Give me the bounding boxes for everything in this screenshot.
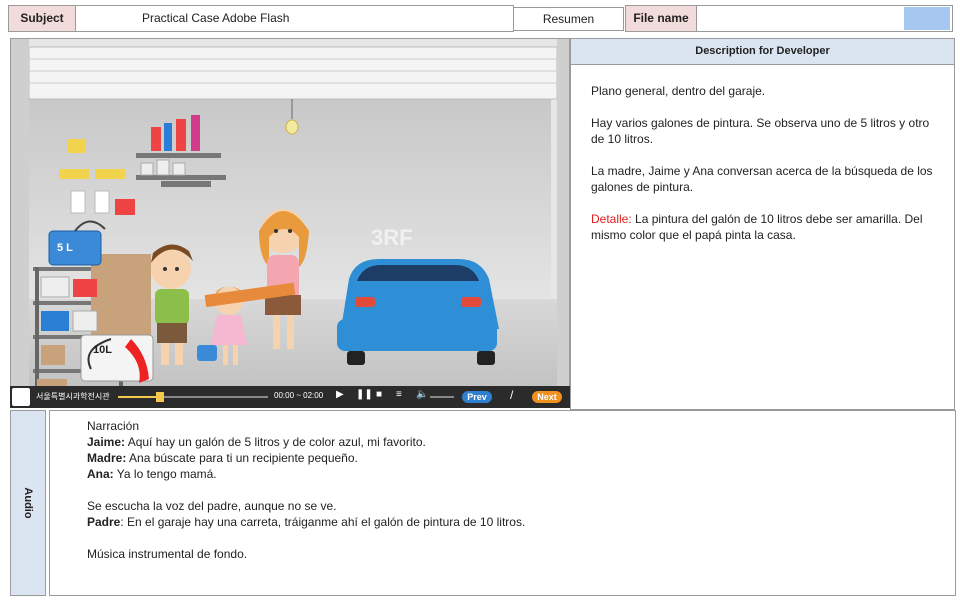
progress-track[interactable] xyxy=(118,392,268,402)
stage-watermark: 3RF xyxy=(371,225,413,250)
gallon-5l-label: 5 L xyxy=(57,242,73,254)
player-time: 00:00 ~ 02:00 xyxy=(274,391,324,400)
description-p3: La madre, Jaime y Ana conversan acerca d… xyxy=(591,164,933,194)
file-name-swatch xyxy=(904,7,950,30)
next-button[interactable]: Next xyxy=(532,391,562,403)
dialog-line: Madre: Ana búscate para ti un recipiente… xyxy=(87,451,358,465)
description-body: Plano general, dentro del garaje. Hay va… xyxy=(570,65,955,410)
player-controls: 서울특별시과학전시관 00:00 ~ 02:00 ▶ ❚❚ ■ ≡ 🔈 Prev… xyxy=(10,386,570,408)
dialog-line: Jaime: Aquí hay un galón de 5 litros y d… xyxy=(87,435,426,449)
blue-car xyxy=(337,259,499,365)
play-icon[interactable]: ▶ xyxy=(336,389,344,400)
gallon-10l: 10L xyxy=(80,334,154,383)
file-name-label: File name xyxy=(625,5,697,32)
divider-slash: / xyxy=(510,388,514,402)
audio-label: Audio xyxy=(10,410,46,596)
volume-slider[interactable] xyxy=(430,396,454,398)
player-logo-icon xyxy=(12,388,30,406)
player-brand: 서울특별시과학전시관 xyxy=(36,392,110,401)
subject-value: Practical Case Adobe Flash xyxy=(76,5,514,32)
volume-icon[interactable]: 🔈 xyxy=(416,389,428,400)
pause-icon[interactable]: ❚❚ xyxy=(356,389,373,400)
audio-label-text: Audio xyxy=(22,487,34,519)
flash-stage: 5 L 10L 3RF xyxy=(10,38,570,408)
lamp-icon xyxy=(285,119,299,135)
resumen-button[interactable]: Resumen xyxy=(513,7,624,31)
audio-music: Música instrumental de fondo. xyxy=(87,547,248,561)
dialog-line: Padre: En el garaje hay una carreta, trá… xyxy=(87,515,526,529)
description-title: Description for Developer xyxy=(570,38,955,65)
garage-illustration: 5 L 10L 3RF xyxy=(11,39,569,407)
description-detail: Detalle: La pintura del galón de 10 litr… xyxy=(591,211,934,243)
prev-button[interactable]: Prev xyxy=(462,391,492,403)
detail-label: Detalle: xyxy=(591,212,632,226)
gallon-10l-label: 10L xyxy=(93,344,112,356)
dialog-line: Ana: Ya lo tengo mamá. xyxy=(87,467,217,481)
detail-text: La pintura del galón de 10 litros debe s… xyxy=(591,212,923,242)
narration-heading: Narración xyxy=(87,419,140,433)
stop-icon[interactable]: ■ xyxy=(376,389,382,400)
description-p1: Plano general, dentro del garaje. xyxy=(591,84,766,98)
subject-label: Subject xyxy=(8,5,76,32)
menu-icon[interactable]: ≡ xyxy=(396,389,402,400)
progress-thumb[interactable] xyxy=(156,392,164,402)
audio-script: Narración Jaime: Aquí hay un galón de 5 … xyxy=(49,410,956,596)
audio-note: Se escucha la voz del padre, aunque no s… xyxy=(87,499,337,513)
progress-fill xyxy=(118,396,160,398)
description-p2: Hay varios galones de pintura. Se observ… xyxy=(591,116,930,146)
